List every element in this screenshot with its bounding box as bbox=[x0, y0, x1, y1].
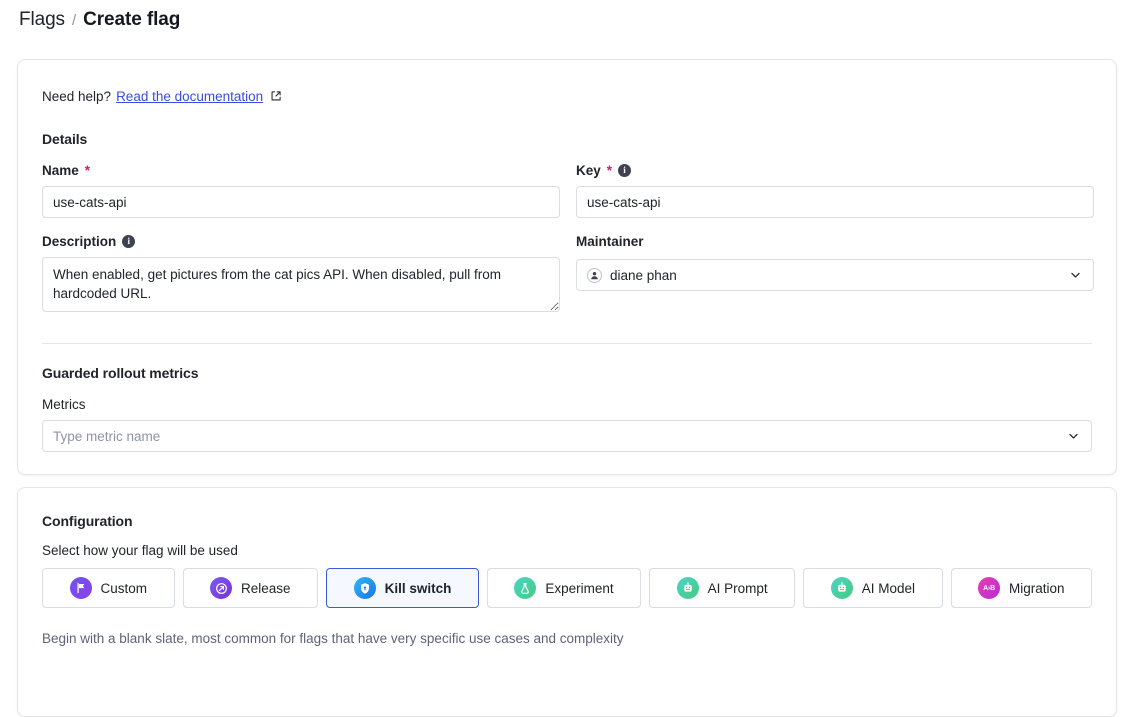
external-link-icon[interactable] bbox=[270, 90, 282, 102]
flag-type-ai-model-button[interactable]: AI Model bbox=[803, 568, 943, 608]
flag-type-experiment-button[interactable]: Experiment bbox=[486, 568, 642, 608]
details-card: Need help? Read the documentation Detail… bbox=[17, 59, 1117, 475]
flag-type-kill-switch-button[interactable]: Kill switch bbox=[326, 568, 479, 608]
name-label-text: Name bbox=[42, 163, 79, 178]
a-to-b-icon: A›B bbox=[978, 577, 1000, 599]
name-required-marker: * bbox=[84, 163, 91, 178]
metrics-section-title: Guarded rollout metrics bbox=[42, 365, 199, 381]
name-input[interactable] bbox=[42, 186, 560, 218]
key-label-text: Key bbox=[576, 163, 601, 178]
maintainer-value-wrap: diane phan bbox=[587, 267, 677, 283]
robot-icon bbox=[830, 577, 853, 599]
flag-type-label: Custom bbox=[100, 580, 148, 596]
configuration-section-title: Configuration bbox=[42, 513, 133, 529]
help-row: Need help? Read the documentation bbox=[42, 86, 1092, 106]
maintainer-value: diane phan bbox=[610, 267, 677, 283]
flag-icon bbox=[69, 577, 92, 599]
description-info-icon[interactable]: i bbox=[122, 235, 136, 248]
breadcrumb-separator: / bbox=[71, 12, 77, 29]
description-label-text: Description bbox=[42, 234, 117, 249]
name-field-group: Name * bbox=[42, 161, 560, 218]
flag-type-migration-button[interactable]: A›B Migration bbox=[950, 568, 1093, 608]
a-to-b-label: A›B bbox=[983, 584, 995, 592]
documentation-link[interactable]: Read the documentation bbox=[116, 89, 263, 104]
flag-type-release-button[interactable]: Release bbox=[182, 568, 319, 608]
person-avatar-icon bbox=[587, 267, 602, 283]
chevron-down-icon[interactable] bbox=[1069, 269, 1082, 282]
maintainer-field-group: Maintainer diane phan bbox=[576, 232, 1094, 317]
key-info-icon[interactable]: i bbox=[618, 164, 632, 177]
key-input[interactable] bbox=[576, 186, 1094, 218]
maintainer-label-text: Maintainer bbox=[576, 234, 644, 249]
description-field-group: Description i bbox=[42, 232, 560, 317]
flag-type-label: Release bbox=[241, 580, 291, 596]
details-section-title: Details bbox=[42, 131, 88, 147]
key-required-marker: * bbox=[606, 163, 613, 178]
flag-type-label: AI Prompt bbox=[707, 580, 768, 596]
name-label: Name * bbox=[42, 161, 560, 180]
metrics-select[interactable]: Type metric name bbox=[42, 420, 1092, 452]
configuration-subtitle: Select how your flag will be used bbox=[42, 543, 238, 558]
flag-type-selector: Custom Release Kill switch Experiment AI Pro… bbox=[42, 568, 1093, 608]
flag-type-custom-button[interactable]: Custom bbox=[42, 568, 175, 608]
maintainer-label: Maintainer bbox=[576, 232, 1094, 251]
breadcrumb: Flags / Create flag bbox=[0, 0, 1125, 40]
key-label: Key * i bbox=[576, 161, 1094, 180]
help-label: Need help? bbox=[42, 88, 112, 104]
breadcrumb-flags-link[interactable]: Flags bbox=[19, 6, 65, 34]
flag-type-label: AI Model bbox=[861, 580, 915, 596]
section-divider bbox=[42, 343, 1092, 344]
robot-icon bbox=[676, 577, 699, 599]
metrics-label: Metrics bbox=[42, 395, 1092, 414]
key-field-group: Key * i bbox=[576, 161, 1094, 218]
configuration-helper-text: Begin with a blank slate, most common fo… bbox=[42, 631, 624, 646]
flask-icon bbox=[514, 577, 537, 599]
flag-type-label: Experiment bbox=[545, 580, 614, 596]
metrics-placeholder: Type metric name bbox=[53, 428, 161, 444]
shield-icon bbox=[353, 577, 376, 599]
configuration-card: Configuration Select how your flag will … bbox=[17, 487, 1117, 717]
flag-type-label: Migration bbox=[1009, 580, 1065, 596]
chevron-down-icon[interactable] bbox=[1067, 430, 1080, 443]
maintainer-select[interactable]: diane phan bbox=[576, 259, 1094, 291]
description-label: Description i bbox=[42, 232, 560, 251]
flag-type-label: Kill switch bbox=[384, 580, 452, 596]
page-title: Create flag bbox=[83, 9, 181, 30]
description-textarea[interactable] bbox=[42, 257, 560, 312]
rocket-arrow-icon bbox=[210, 577, 233, 599]
flag-type-ai-prompt-button[interactable]: AI Prompt bbox=[649, 568, 796, 608]
metrics-label-text: Metrics bbox=[42, 397, 86, 412]
